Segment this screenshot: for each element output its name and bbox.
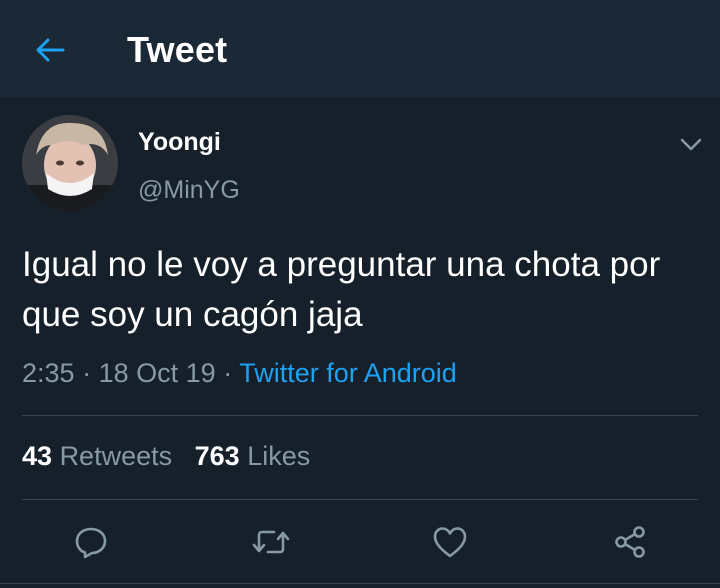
meta-separator: ·: [223, 358, 233, 388]
divider: [22, 415, 698, 416]
heart-icon: [433, 527, 467, 558]
profile-photo: [22, 115, 118, 211]
tweet-detail-screen: Tweet Yoongi @MinYG Igual no le voy a pr…: [0, 0, 720, 588]
author-display-name[interactable]: Yoongi: [138, 128, 221, 157]
avatar[interactable]: [22, 115, 118, 211]
tweet-source-link[interactable]: Twitter for Android: [239, 358, 457, 388]
tweet-meta: 2:35 · 18 Oct 19 · Twitter for Android: [22, 358, 457, 389]
tweet-date: 18 Oct 19: [98, 358, 216, 388]
retweets-stat[interactable]: 43 Retweets: [22, 441, 172, 471]
reply-button[interactable]: [71, 522, 111, 562]
arrow-left-icon: [36, 38, 65, 62]
retweets-count: 43: [22, 441, 53, 471]
author-handle[interactable]: @MinYG: [138, 176, 240, 205]
like-button[interactable]: [430, 522, 470, 562]
tweet-options-button[interactable]: [676, 130, 706, 160]
bottom-divider: [0, 583, 720, 588]
tweet-text: Igual no le voy a preguntar una chota po…: [22, 245, 661, 334]
retweets-label: Retweets: [59, 441, 173, 471]
likes-label: Likes: [247, 441, 311, 471]
reply-icon: [75, 527, 107, 559]
tweet-time: 2:35: [22, 358, 75, 388]
chevron-down-icon: [680, 138, 702, 151]
page-title: Tweet: [127, 29, 228, 70]
tweet-stats: 43 Retweets 763 Likes: [22, 441, 310, 472]
retweet-icon: [252, 530, 290, 554]
retweet-button[interactable]: [251, 522, 291, 562]
share-button[interactable]: [610, 522, 650, 562]
divider: [22, 499, 698, 500]
top-app-bar: Tweet: [0, 0, 720, 99]
likes-stat[interactable]: 763 Likes: [195, 441, 311, 471]
back-button[interactable]: [30, 32, 70, 68]
share-icon: [615, 526, 645, 558]
meta-separator: ·: [82, 358, 92, 388]
likes-count: 763: [194, 441, 240, 471]
